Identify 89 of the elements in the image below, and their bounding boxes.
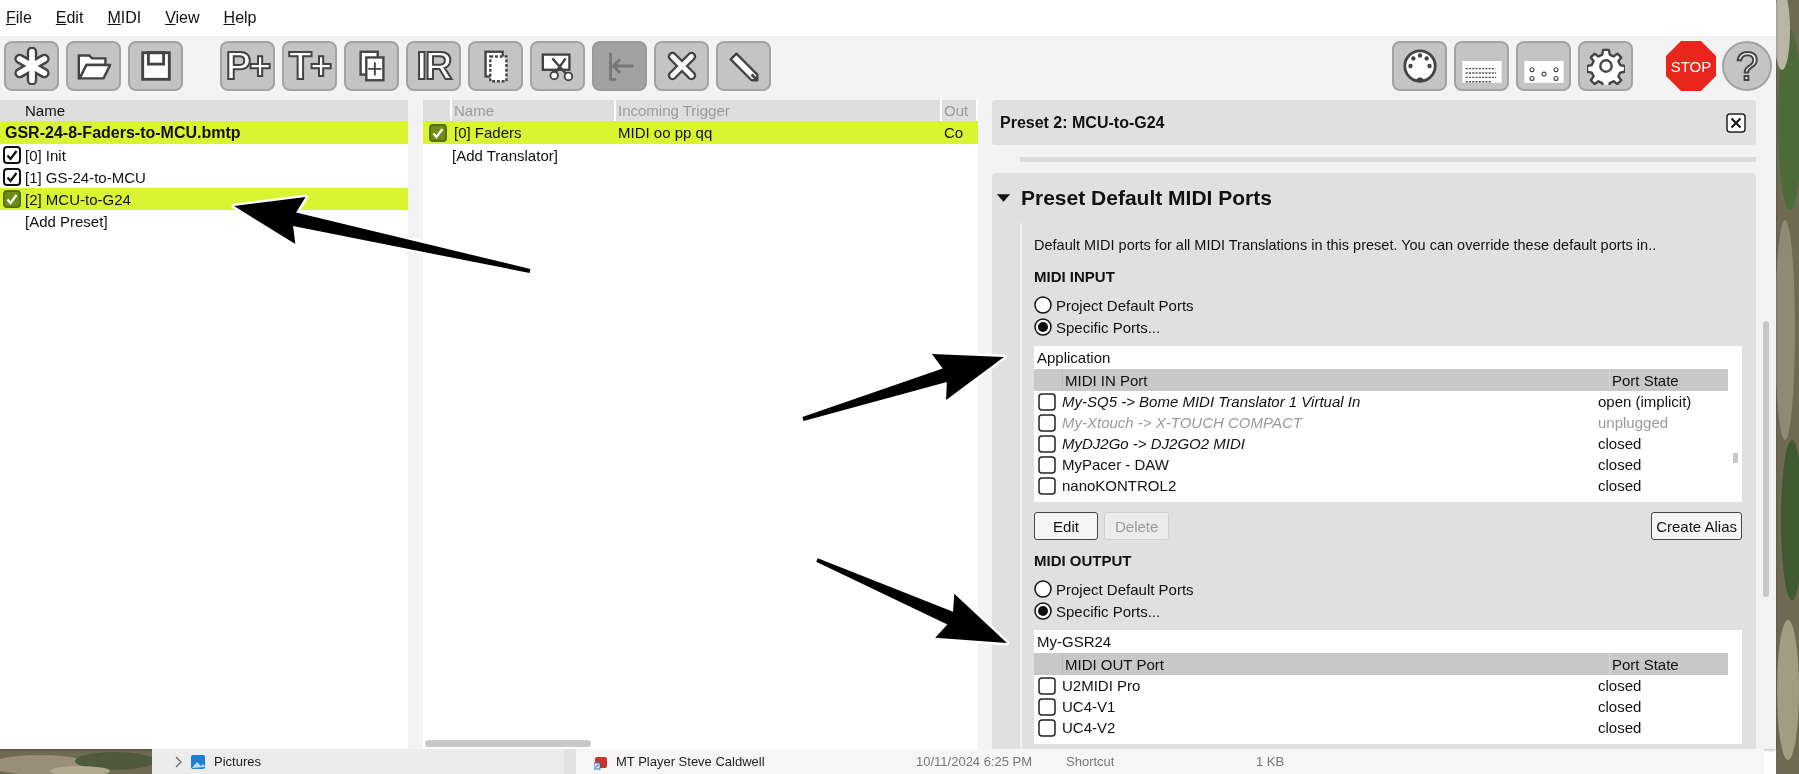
translator-row[interactable]: [0] Faders MIDI oo pp qq Co [423,121,978,144]
checkbox[interactable] [1038,476,1056,495]
asterisk-icon [12,47,51,85]
toolbar-button[interactable] [66,41,121,91]
dots-panel-icon [1523,61,1564,85]
toolbar-button[interactable] [128,41,183,91]
checkbox[interactable] [1038,434,1056,453]
column-header[interactable]: MIDI IN Port [1063,369,1609,391]
table-cell-text: nanoKONTROL2 [1062,477,1178,494]
table-cell-text: closed [1598,677,1643,694]
table-cell-text: [0] Faders [453,124,523,141]
table-cell-text: MyPacer - DAW [1062,456,1170,473]
add-translator-item[interactable]: [Add Translator] [423,144,978,166]
menu-item[interactable]: Help [223,9,257,27]
table-cell-text: closed [1598,477,1643,494]
table-cell-text: My-SQ5 -> Bome MIDI Translator 1 Virtual In [1062,393,1362,410]
column-header[interactable]: Name [0,100,408,121]
checkbox[interactable] [3,168,21,186]
project-name[interactable]: GSR-24-8-Faders-to-MCU.bmtp [0,121,408,144]
stop-button[interactable]: STOP [1666,41,1716,91]
file-date: 10/11/2024 6:25 PM [916,754,1034,769]
toolbar-button[interactable] [716,41,771,91]
preset-item[interactable]: [0] Init [0,144,408,166]
menu-item[interactable]: MIDI [107,9,142,27]
toolbar-button[interactable] [1578,41,1633,91]
section-heading: MIDI INPUT [1034,268,1116,287]
table-cell-text: MyDJ2Go -> DJ2GO2 MIDI [1062,435,1246,452]
section-heading: MIDI OUTPUT [1034,552,1133,571]
checkbox[interactable] [1038,413,1056,432]
dialog-button[interactable]: Edit [1034,512,1098,540]
preset-item[interactable]: [1] GS-24-to-MCU [0,166,408,188]
table-cell-text: My-Xtouch -> X-TOUCH COMPACT [1062,414,1304,431]
toolbar-button[interactable] [468,41,523,91]
column-header[interactable]: Port State [1609,653,1728,675]
add-preset-item[interactable]: [Add Preset] [0,210,408,232]
preset-item[interactable]: [2] MCU-to-G24 [0,188,408,210]
dialog-button[interactable]: Create Alias [1651,512,1742,540]
table-cell-text: closed [1598,719,1643,736]
file-type: Shortcut [1066,754,1116,769]
table-cell-text: open (implicit) [1598,393,1693,410]
editor-title: Preset 2: MCU-to-G24 [1000,113,1165,132]
table-cell-text: closed [1598,456,1643,473]
checkbox[interactable] [428,123,447,142]
table-cell-text: My-GSR24 [1036,632,1113,652]
menu-item[interactable]: File [6,9,32,27]
table-cell-text: unplugged [1598,414,1670,431]
checkbox[interactable] [1038,718,1056,737]
table-cell-text: closed [1598,698,1643,715]
connector-icon [1400,47,1439,85]
chevron-icon [174,755,182,768]
section-header[interactable]: Preset Default MIDI Ports [992,173,1756,223]
column-header[interactable]: MIDI OUT Port [1063,653,1609,675]
toolbar-button[interactable] [530,41,585,91]
checkbox[interactable] [1038,697,1056,716]
radio-option[interactable]: Specific Ports... [1034,600,1742,622]
radio-option[interactable]: Project Default Ports [1034,578,1742,600]
file-size: 1 KB [1256,754,1285,769]
toolbar-button[interactable] [1392,41,1447,91]
close-icon[interactable] [1726,112,1746,133]
checkbox[interactable] [1038,676,1056,695]
settings-icon [1586,47,1625,85]
description-text: Default MIDI ports for all MIDI Translations in this preset. You can override these default ports in.. [1034,235,1658,255]
radio-option[interactable]: Project Default Ports [1034,294,1742,316]
checkbox[interactable] [3,146,21,164]
table-cell-text: MIDI oo pp qq [617,124,714,141]
table-cell-text: closed [1598,435,1643,452]
column-header[interactable]: Port State [1609,369,1728,391]
checkbox[interactable] [1038,392,1056,411]
menu-item[interactable]: Edit [55,9,84,27]
toolbar-button[interactable] [654,41,709,91]
table-cell-text: U2MIDI Pro [1062,677,1142,694]
scrollbar-thumb[interactable] [425,739,591,747]
image-icon [190,753,206,770]
nav-item[interactable]: Pictures [214,754,261,769]
menu-item[interactable]: View [165,9,200,27]
checkbox[interactable] [1038,455,1056,474]
file-name[interactable]: MT Player Steve Caldwell [616,754,916,769]
keyboard-icon [1461,61,1502,85]
toolbar-button[interactable] [344,41,399,91]
scrollbar-thumb[interactable] [1763,321,1769,597]
section-title: Preset Default MIDI Ports [1021,186,1272,210]
radio-option[interactable]: Specific Ports... [1034,316,1742,338]
table-cell-text: UC4-V1 [1062,698,1117,715]
toolbar-button[interactable] [4,41,59,91]
table-cell-text: Co [943,124,965,141]
table-cell-text: Application [1036,348,1112,368]
scrollbar-thumb[interactable] [1733,453,1738,463]
table-cell-text: UC4-V2 [1062,719,1117,736]
checkbox[interactable] [3,190,21,208]
